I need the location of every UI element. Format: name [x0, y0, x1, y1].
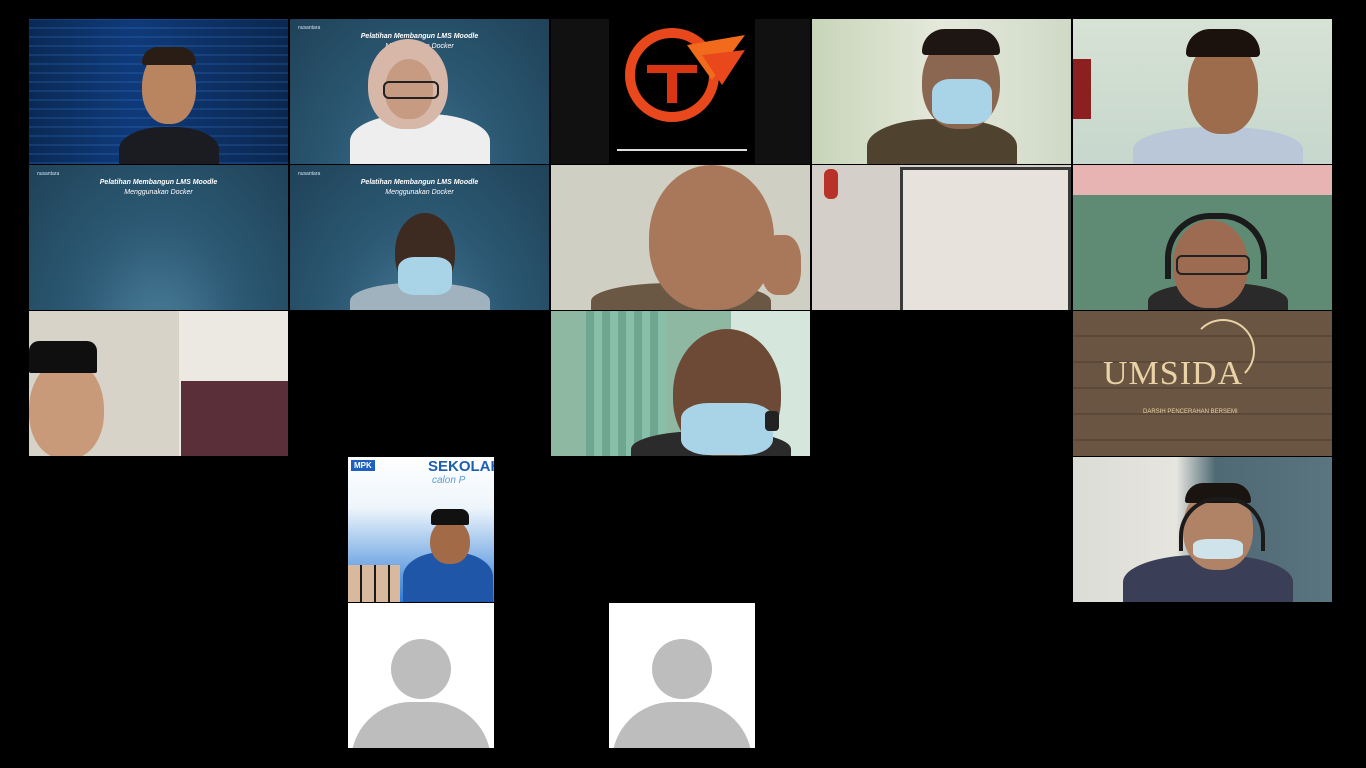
- participant-tile-8[interactable]: [551, 165, 810, 310]
- peci-cap: [29, 341, 97, 373]
- participant-tile-15[interactable]: UMSIDA DARSIH PENCERAHAN BERSEMI: [1073, 311, 1332, 456]
- face-mask: [398, 257, 452, 295]
- slide-title: Pelatihan Membangun LMS Moodle: [99, 179, 218, 186]
- mpk-badge: MPK: [351, 460, 375, 471]
- participant-face: [29, 359, 104, 456]
- participant-body: [867, 119, 1017, 164]
- sekolah-title: SEKOLAH: [428, 458, 494, 475]
- participant-tile-18[interactable]: [551, 457, 810, 602]
- slide-title: Pelatihan Membangun LMS Moodle: [360, 33, 479, 40]
- face-mask: [681, 403, 773, 455]
- sekolah-subtitle: calon P: [432, 475, 466, 486]
- sekolah-poster: MPK SEKOLAH calon P: [348, 457, 494, 602]
- participant-tile-19[interactable]: [1073, 457, 1332, 602]
- logo-panel: [609, 19, 755, 164]
- glasses-icon: [1176, 255, 1250, 275]
- headset-icon: [765, 411, 779, 431]
- curtain: [586, 311, 666, 456]
- participant-body: [119, 127, 219, 164]
- person-icon: [391, 639, 451, 699]
- participant-tile-17[interactable]: MPK SEKOLAH calon P: [290, 457, 549, 602]
- participant-tile-6[interactable]: nusantara Pelatihan Membangun LMS Moodle…: [29, 165, 288, 310]
- t-logo-icon: [617, 25, 747, 125]
- participant-tile-1[interactable]: [29, 19, 288, 164]
- whiteboard: [900, 167, 1071, 310]
- participant-tile-13[interactable]: [551, 311, 810, 456]
- participant-tile-5[interactable]: [1073, 19, 1332, 164]
- face-mask: [932, 79, 992, 124]
- participant-tile-10[interactable]: [1073, 165, 1332, 310]
- participant-tile-21[interactable]: [551, 603, 810, 748]
- person-icon: [652, 639, 712, 699]
- participant-tile-3[interactable]: [551, 19, 810, 164]
- wall-picture: [1073, 59, 1091, 119]
- slide-corner-label: nusantara: [298, 25, 321, 31]
- participant-tile-12[interactable]: [290, 311, 549, 456]
- participant-tile-9[interactable]: [812, 165, 1071, 310]
- participant-tile-11[interactable]: [29, 311, 288, 456]
- furniture: [181, 381, 288, 456]
- umsida-tagline: DARSIH PENCERAHAN BERSEMI: [1143, 409, 1238, 415]
- sunburst-icon: [1191, 319, 1255, 383]
- wall-strip: [1073, 165, 1332, 195]
- participant-hand: [761, 235, 801, 295]
- participant-tile-16[interactable]: [29, 457, 288, 602]
- participant-hair: [1186, 29, 1260, 57]
- slide-title: Pelatihan Membangun LMS Moodle: [360, 179, 479, 186]
- slide-subtitle: Menggunakan Docker: [385, 189, 454, 196]
- participant-tile-20[interactable]: [290, 603, 549, 748]
- glasses-icon: [383, 81, 439, 99]
- participant-tile-7[interactable]: nusantara Pelatihan Membangun LMS Moodle…: [290, 165, 549, 310]
- logo-caption-line: [617, 149, 747, 151]
- avatar-placeholder: [348, 603, 494, 748]
- slide-corner-label: nusantara: [298, 171, 321, 177]
- participant-face: [649, 165, 774, 310]
- figure-cap: [431, 509, 469, 525]
- participant-tile-4[interactable]: [812, 19, 1071, 164]
- participant-tile-14[interactable]: [812, 311, 1071, 456]
- person-icon-body: [351, 702, 491, 748]
- figure-face: [430, 519, 470, 564]
- person-icon-body: [612, 702, 752, 748]
- participant-hair: [142, 47, 196, 65]
- avatar-placeholder: [609, 603, 755, 748]
- extinguisher: [824, 169, 838, 199]
- small-figures: [348, 565, 400, 602]
- participant-hair: [922, 29, 1000, 55]
- slide-corner-label: nusantara: [37, 171, 60, 177]
- slide-subtitle: Menggunakan Docker: [124, 189, 193, 196]
- participant-tile-2[interactable]: nusantara Pelatihan Membangun LMS Moodle…: [290, 19, 549, 164]
